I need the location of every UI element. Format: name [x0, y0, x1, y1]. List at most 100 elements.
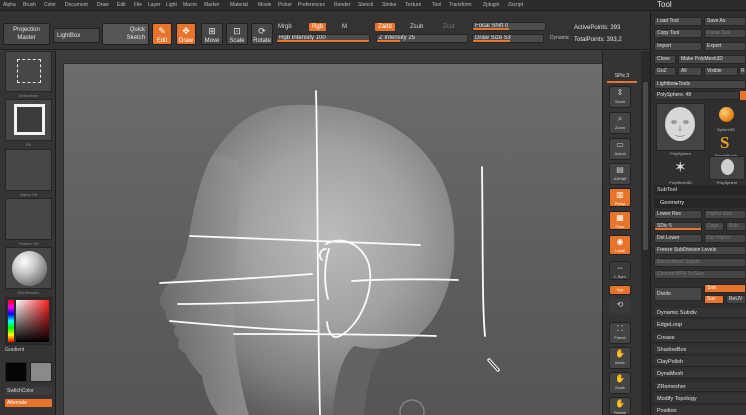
- menu-movie[interactable]: Movie: [258, 2, 271, 8]
- lightbox-button[interactable]: LightBox: [53, 28, 100, 43]
- zoom-button[interactable]: ⌕ Zoom: [609, 112, 631, 134]
- move-view-button[interactable]: ✋ Move: [609, 347, 631, 369]
- scale-view-button[interactable]: ✋ Scale: [609, 372, 631, 394]
- rgb-toggle[interactable]: Rgb: [309, 23, 327, 31]
- subtool-header[interactable]: SubTool: [654, 185, 746, 195]
- r-button[interactable]: R: [739, 67, 746, 76]
- menu-layer[interactable]: Layer: [148, 2, 161, 8]
- menu-edit[interactable]: Edit: [117, 2, 126, 8]
- dynamesh-section[interactable]: DynaMesh: [654, 369, 746, 379]
- menu-draw[interactable]: Draw: [97, 2, 109, 8]
- gradient-label[interactable]: Gradient: [5, 347, 52, 353]
- rotate-view-button[interactable]: ✋ Rotate: [609, 397, 631, 415]
- geometry-header[interactable]: Geometry: [654, 198, 746, 208]
- edit-button[interactable]: ✎ Edit: [152, 23, 172, 45]
- zsub-toggle[interactable]: Zsub: [410, 24, 423, 30]
- all-button[interactable]: All: [678, 67, 702, 76]
- polysphere-thumbnail[interactable]: [656, 103, 705, 151]
- lightbox-tools-button[interactable]: Lightbox▸Tools: [654, 80, 746, 89]
- crease-section[interactable]: Crease: [654, 333, 746, 343]
- menu-macro[interactable]: Macro: [183, 2, 197, 8]
- saturation-square[interactable]: [16, 300, 49, 342]
- texture-selector[interactable]: [5, 198, 52, 240]
- polysphere-small-thumbnail[interactable]: [709, 156, 745, 180]
- alpha-selector[interactable]: [5, 149, 52, 191]
- alternate-button[interactable]: Alternate: [5, 399, 52, 407]
- menu-tool[interactable]: Tool: [432, 2, 441, 8]
- simplebrush-thumbnail[interactable]: S: [712, 133, 740, 153]
- z-intensity-slider[interactable]: Z Intensity 25: [376, 34, 468, 43]
- copy-tool-button[interactable]: Copy Tool: [654, 29, 702, 38]
- smt-toggle[interactable]: Smt: [704, 284, 746, 293]
- aahalf-button[interactable]: ▤ AAHalf: [609, 163, 631, 185]
- scrollbar-thumb[interactable]: [642, 81, 649, 251]
- menu-color[interactable]: Color: [44, 2, 56, 8]
- sphere3d-thumbnail[interactable]: [712, 105, 740, 125]
- gizmo-ring[interactable]: [399, 399, 425, 415]
- higher-res-button[interactable]: Higher Res: [704, 210, 746, 219]
- menu-picker[interactable]: Picker: [278, 2, 292, 8]
- zadd-toggle[interactable]: Zadd: [375, 23, 395, 31]
- lsym-button[interactable]: ⇔ L.Sym: [609, 261, 631, 280]
- polymesh3d-thumbnail[interactable]: ✶: [656, 158, 705, 178]
- local-button[interactable]: ◉ Local: [609, 235, 631, 255]
- menu-document[interactable]: Document: [65, 2, 88, 8]
- scale-button[interactable]: ⊡ Scale: [226, 23, 248, 45]
- make-polymesh-button[interactable]: Make PolyMesh3D: [678, 55, 746, 64]
- color-picker[interactable]: [5, 297, 52, 345]
- switch-color-button[interactable]: SwitchColor: [5, 387, 52, 395]
- lower-res-button[interactable]: Lower Res: [654, 210, 702, 219]
- menu-material[interactable]: Material: [230, 2, 248, 8]
- menu-preferences[interactable]: Preferences: [298, 2, 325, 8]
- menu-render[interactable]: Render: [334, 2, 350, 8]
- tool-palette-title[interactable]: Tool: [657, 0, 672, 9]
- actual-button[interactable]: ▭ Actual: [609, 138, 631, 160]
- current-tool-slider[interactable]: PolySphere. 48: [654, 91, 740, 100]
- del-lower-button[interactable]: Del Lower: [654, 234, 702, 243]
- menu-transform[interactable]: Transform: [449, 2, 472, 8]
- rstr-button[interactable]: Rstr: [726, 222, 746, 231]
- move-button[interactable]: ⊞ Move: [201, 23, 223, 45]
- menu-brush[interactable]: Brush: [23, 2, 36, 8]
- xyz-axis-icons[interactable]: ⟲: [609, 299, 631, 313]
- dynamic-subdiv-section[interactable]: Dynamic Subdiv: [654, 308, 746, 318]
- projection-master-button[interactable]: Projection Master: [3, 23, 50, 45]
- draw-size-slider[interactable]: Draw Size 53: [472, 34, 544, 43]
- clone-button[interactable]: Clone: [654, 55, 676, 64]
- right-shelf-scrollbar[interactable]: [641, 51, 650, 415]
- export-button[interactable]: Export: [704, 42, 746, 51]
- cage-button[interactable]: Cage: [704, 222, 724, 231]
- load-tool-button[interactable]: Load Tool: [654, 17, 702, 26]
- hue-strip[interactable]: [8, 300, 14, 342]
- material-selector[interactable]: [5, 247, 52, 289]
- menu-stroke[interactable]: Stroke: [382, 2, 396, 8]
- menu-zplugin[interactable]: Zplugin: [483, 2, 499, 8]
- document-viewport[interactable]: [63, 63, 603, 415]
- scroll-button[interactable]: ⇕ Scroll: [609, 86, 631, 108]
- xyz-button[interactable]: Xyz: [609, 285, 631, 295]
- import-button[interactable]: Import: [654, 42, 702, 51]
- menu-marker[interactable]: Marker: [204, 2, 220, 8]
- suv-toggle[interactable]: Suv: [704, 295, 724, 304]
- dynamic-toggle[interactable]: Dynamic: [550, 35, 569, 41]
- menu-stencil[interactable]: Stencil: [358, 2, 373, 8]
- focal-shift-slider[interactable]: Focal Shift 0: [472, 22, 546, 31]
- stroke-selector[interactable]: [5, 51, 52, 92]
- divide-button[interactable]: Divide: [654, 287, 702, 301]
- rgb-intensity-slider[interactable]: Rgb Intensity 100: [276, 34, 370, 43]
- zcut-toggle[interactable]: Zcut: [440, 23, 458, 31]
- reuv-button[interactable]: ReUV: [726, 295, 746, 304]
- save-as-button[interactable]: Save As: [704, 17, 746, 26]
- sdiv-slider[interactable]: SDiv 5: [654, 222, 702, 231]
- menu-file[interactable]: File: [134, 2, 142, 8]
- del-higher-button[interactable]: Del Higher: [704, 234, 746, 243]
- spix-slider[interactable]: SPix 3: [607, 72, 637, 81]
- paste-tool-button[interactable]: Paste Tool: [704, 29, 746, 38]
- brush-selector[interactable]: [5, 99, 52, 141]
- modify-topology-section[interactable]: Modify Topology: [654, 394, 746, 404]
- reconstruct-subdiv-button[interactable]: Reconstruct Subdiv: [654, 258, 746, 267]
- visible-button[interactable]: Visible: [704, 67, 738, 76]
- frame-button[interactable]: ⛶ Frame: [609, 322, 631, 344]
- menu-texture[interactable]: Texture: [405, 2, 421, 8]
- goz-button[interactable]: GoZ: [654, 67, 676, 76]
